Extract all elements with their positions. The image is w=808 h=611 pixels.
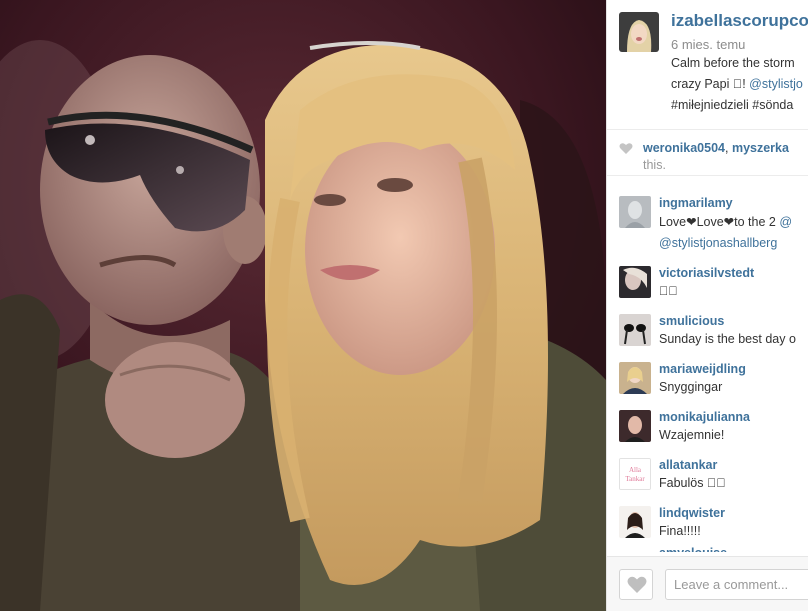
comment-footer xyxy=(607,556,808,611)
avatar-icon xyxy=(619,506,651,538)
owner-avatar-icon xyxy=(619,12,659,52)
comment-text: Fina!!!!! xyxy=(659,524,701,538)
comment-mention[interactable]: @ xyxy=(779,215,792,229)
comment-username[interactable]: ingmarilamy xyxy=(659,196,733,210)
caption-text: crazy Papi  ! xyxy=(671,77,750,91)
owner-avatar[interactable] xyxy=(619,12,659,52)
avatar-icon xyxy=(619,196,651,228)
avatar-icon: Alla Tankar xyxy=(620,459,650,489)
comment-text: Sunday is the best day o xyxy=(659,332,796,346)
avatar-icon xyxy=(619,266,651,298)
like-user-1[interactable]: weronika0504 xyxy=(643,141,725,155)
post-sidebar: izabellascorupco 6 mies. temu Calm befor… xyxy=(606,0,808,611)
post-time[interactable]: 6 mies. temu xyxy=(671,37,745,52)
comment-item: monikajulianna Wzajemnie! xyxy=(607,408,808,456)
comments-list[interactable]: ingmarilamy Love❤Love❤to the 2 @ @stylis… xyxy=(607,194,808,552)
comment-username[interactable]: lindqwister xyxy=(659,506,725,520)
comment-username[interactable]: amyelouise xyxy=(659,546,727,552)
comment-text: Snyggingar xyxy=(659,380,723,394)
comment-text:    xyxy=(659,284,678,298)
caption-mention-link[interactable]: @stylistjo xyxy=(749,77,803,91)
comment-item: Alla Tankar allatankar Fabulös    xyxy=(607,456,808,504)
like-button[interactable] xyxy=(619,569,653,600)
caption-line-2: crazy Papi  ! @stylistjo xyxy=(671,77,803,91)
caption-hashtags[interactable]: #miłejniedzieli #sönda xyxy=(671,98,793,112)
comment-item: lindqwister Fina!!!!! xyxy=(607,504,808,552)
comment-username[interactable]: monikajulianna xyxy=(659,410,750,424)
comment-username[interactable]: victoriasilvstedt xyxy=(659,266,754,280)
post-header: izabellascorupco 6 mies. temu Calm befor… xyxy=(607,0,808,130)
commenter-avatar[interactable] xyxy=(619,506,651,538)
like-user-2[interactable]: myszerka xyxy=(732,141,789,155)
commenter-avatar[interactable] xyxy=(619,314,651,346)
comment-username[interactable]: mariaweijdling xyxy=(659,362,746,376)
commenter-avatar[interactable] xyxy=(619,266,651,298)
comment-text: Love❤Love❤to the 2 @ xyxy=(659,214,792,229)
likes-suffix: this. xyxy=(643,158,666,172)
avatar-icon xyxy=(619,314,651,346)
comment-username[interactable]: allatankar xyxy=(659,458,717,472)
commenter-avatar[interactable] xyxy=(619,196,651,228)
comment-username[interactable]: smulicious xyxy=(659,314,724,328)
comment-text: Wzajemnie! xyxy=(659,428,725,442)
comment-item: mariaweijdling Snyggingar xyxy=(607,360,808,408)
likes-users: weronika0504, myszerka xyxy=(643,141,789,155)
commenter-avatar[interactable] xyxy=(619,410,651,442)
likes-section: weronika0504, myszerka this. xyxy=(607,130,808,176)
comment-mention-link[interactable]: @stylistjonashallberg xyxy=(659,236,777,250)
avatar-text-2: Tankar xyxy=(625,475,645,483)
owner-username[interactable]: izabellascorupco xyxy=(671,11,808,31)
commenter-avatar[interactable]: Alla Tankar xyxy=(619,458,651,490)
avatar-icon xyxy=(619,410,651,442)
avatar-icon xyxy=(619,362,651,394)
likes-separator: , xyxy=(725,141,732,155)
heart-icon xyxy=(627,576,647,593)
comment-input[interactable] xyxy=(665,569,808,600)
avatar-text-1: Alla xyxy=(629,466,642,474)
comment-item: victoriasilvstedt    xyxy=(607,264,808,312)
post-photo[interactable] xyxy=(0,0,606,611)
commenter-avatar[interactable] xyxy=(619,362,651,394)
caption-line-1: Calm before the storm xyxy=(671,56,795,70)
comment-item: ingmarilamy Love❤Love❤to the 2 @ @stylis… xyxy=(607,194,808,250)
comment-text: Fabulös    xyxy=(659,476,726,490)
heart-outline-icon xyxy=(619,143,633,154)
comment-item: smulicious Sunday is the best day o xyxy=(607,312,808,360)
comment-body: Love❤Love❤to the 2 xyxy=(659,215,780,229)
